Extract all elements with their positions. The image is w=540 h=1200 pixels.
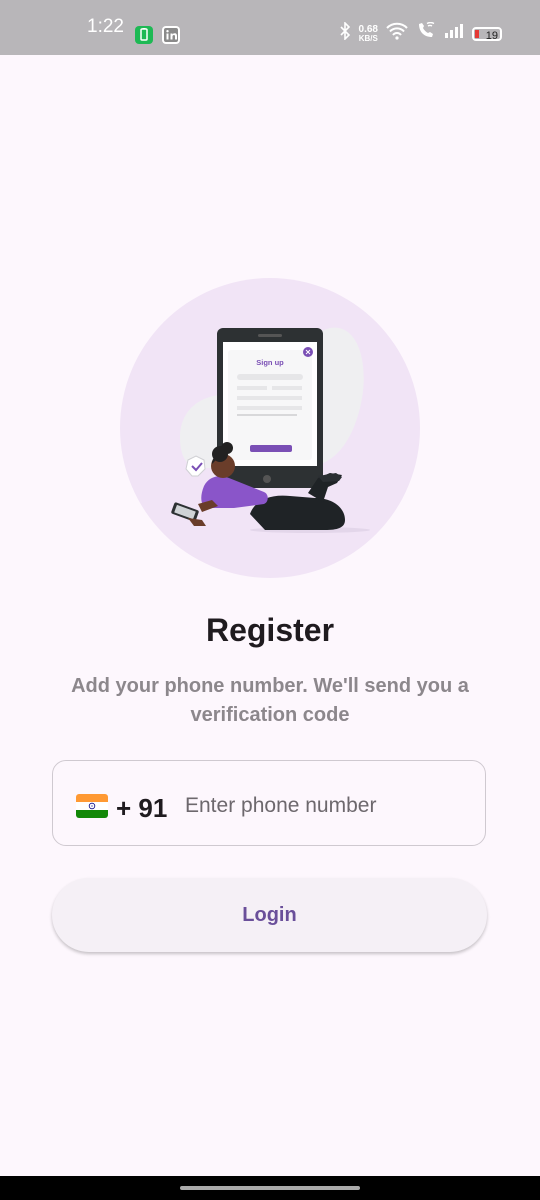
navigation-bar — [0, 1176, 540, 1200]
status-icons: 0.68 KB/S 19 — [339, 21, 502, 45]
net-speed-unit: KB/S — [358, 33, 378, 43]
battery-saver-icon — [135, 26, 153, 44]
country-code[interactable]: + 91 — [116, 793, 167, 824]
india-flag-icon[interactable] — [76, 794, 108, 818]
linkedin-icon — [162, 26, 180, 44]
wifi-icon — [386, 22, 408, 45]
phone-field[interactable]: + 91 — [52, 760, 486, 846]
form-title-label: Sign up — [256, 358, 284, 367]
page-title: Register — [205, 612, 335, 648]
battery-level: 19 — [485, 29, 498, 42]
home-indicator[interactable] — [180, 1186, 360, 1190]
phone-number-input[interactable] — [183, 783, 467, 829]
login-button[interactable]: Login — [52, 878, 487, 952]
status-bar: 1:22 0.68 KB/S 19 — [0, 0, 540, 55]
signal-icon — [444, 23, 464, 44]
battery-icon: 19 — [472, 26, 502, 42]
net-speed: 0.68 KB/S — [358, 23, 378, 43]
bluetooth-icon — [339, 21, 351, 45]
net-speed-value: 0.68 — [358, 23, 378, 35]
page-subtitle: Add your phone number. We'll send you a … — [71, 675, 469, 726]
signup-illustration: Sign up — [120, 278, 420, 578]
status-time: 1:22 — [87, 16, 124, 37]
wifi-calling-icon — [416, 21, 436, 45]
